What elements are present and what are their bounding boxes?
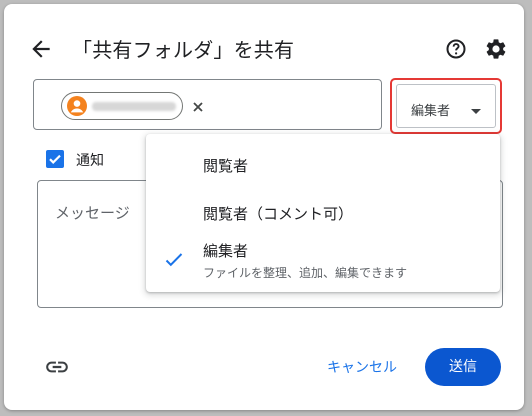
recipient-name-redacted: [92, 102, 176, 111]
send-button[interactable]: 送信: [425, 348, 501, 386]
role-option-commenter[interactable]: 閲覧者（コメント可）: [146, 192, 500, 232]
role-select-button[interactable]: 編集者: [390, 78, 502, 134]
notify-checkbox[interactable]: [46, 150, 64, 168]
recipient-chip[interactable]: [61, 92, 203, 120]
dialog-title: 「共有フォルダ」を共有: [72, 38, 295, 62]
close-circle-icon[interactable]: [190, 99, 206, 115]
role-option-viewer[interactable]: 閲覧者: [146, 144, 500, 184]
check-icon: [164, 250, 184, 270]
gear-icon[interactable]: [484, 37, 508, 61]
role-select-label: 編集者: [411, 104, 451, 119]
message-placeholder: メッセージ: [55, 204, 130, 222]
cancel-button[interactable]: キャンセル: [320, 350, 404, 386]
add-people-input[interactable]: [33, 79, 382, 130]
back-arrow-icon[interactable]: [28, 36, 54, 62]
role-option-label: 閲覧者: [203, 157, 249, 175]
role-select-field: 編集者: [396, 84, 496, 128]
role-option-label: 閲覧者（コメント可）: [203, 205, 354, 223]
notify-label: 通知: [76, 153, 104, 169]
chevron-down-icon: [471, 109, 481, 114]
help-circle-icon[interactable]: [444, 37, 468, 61]
link-icon[interactable]: [44, 354, 70, 380]
role-option-description: ファイルを整理、追加、編集できます: [203, 266, 408, 280]
role-option-editor[interactable]: 編集者 ファイルを整理、追加、編集できます: [146, 234, 500, 288]
avatar: [67, 96, 87, 116]
role-dropdown-menu: 閲覧者 閲覧者（コメント可） 編集者 ファイルを整理、追加、編集できます: [146, 134, 500, 292]
role-option-label: 編集者: [203, 242, 249, 260]
share-dialog: 「共有フォルダ」を共有 編集者 通知 メッセージ 閲覧者 閲覧者（コメント可） …: [4, 4, 524, 410]
